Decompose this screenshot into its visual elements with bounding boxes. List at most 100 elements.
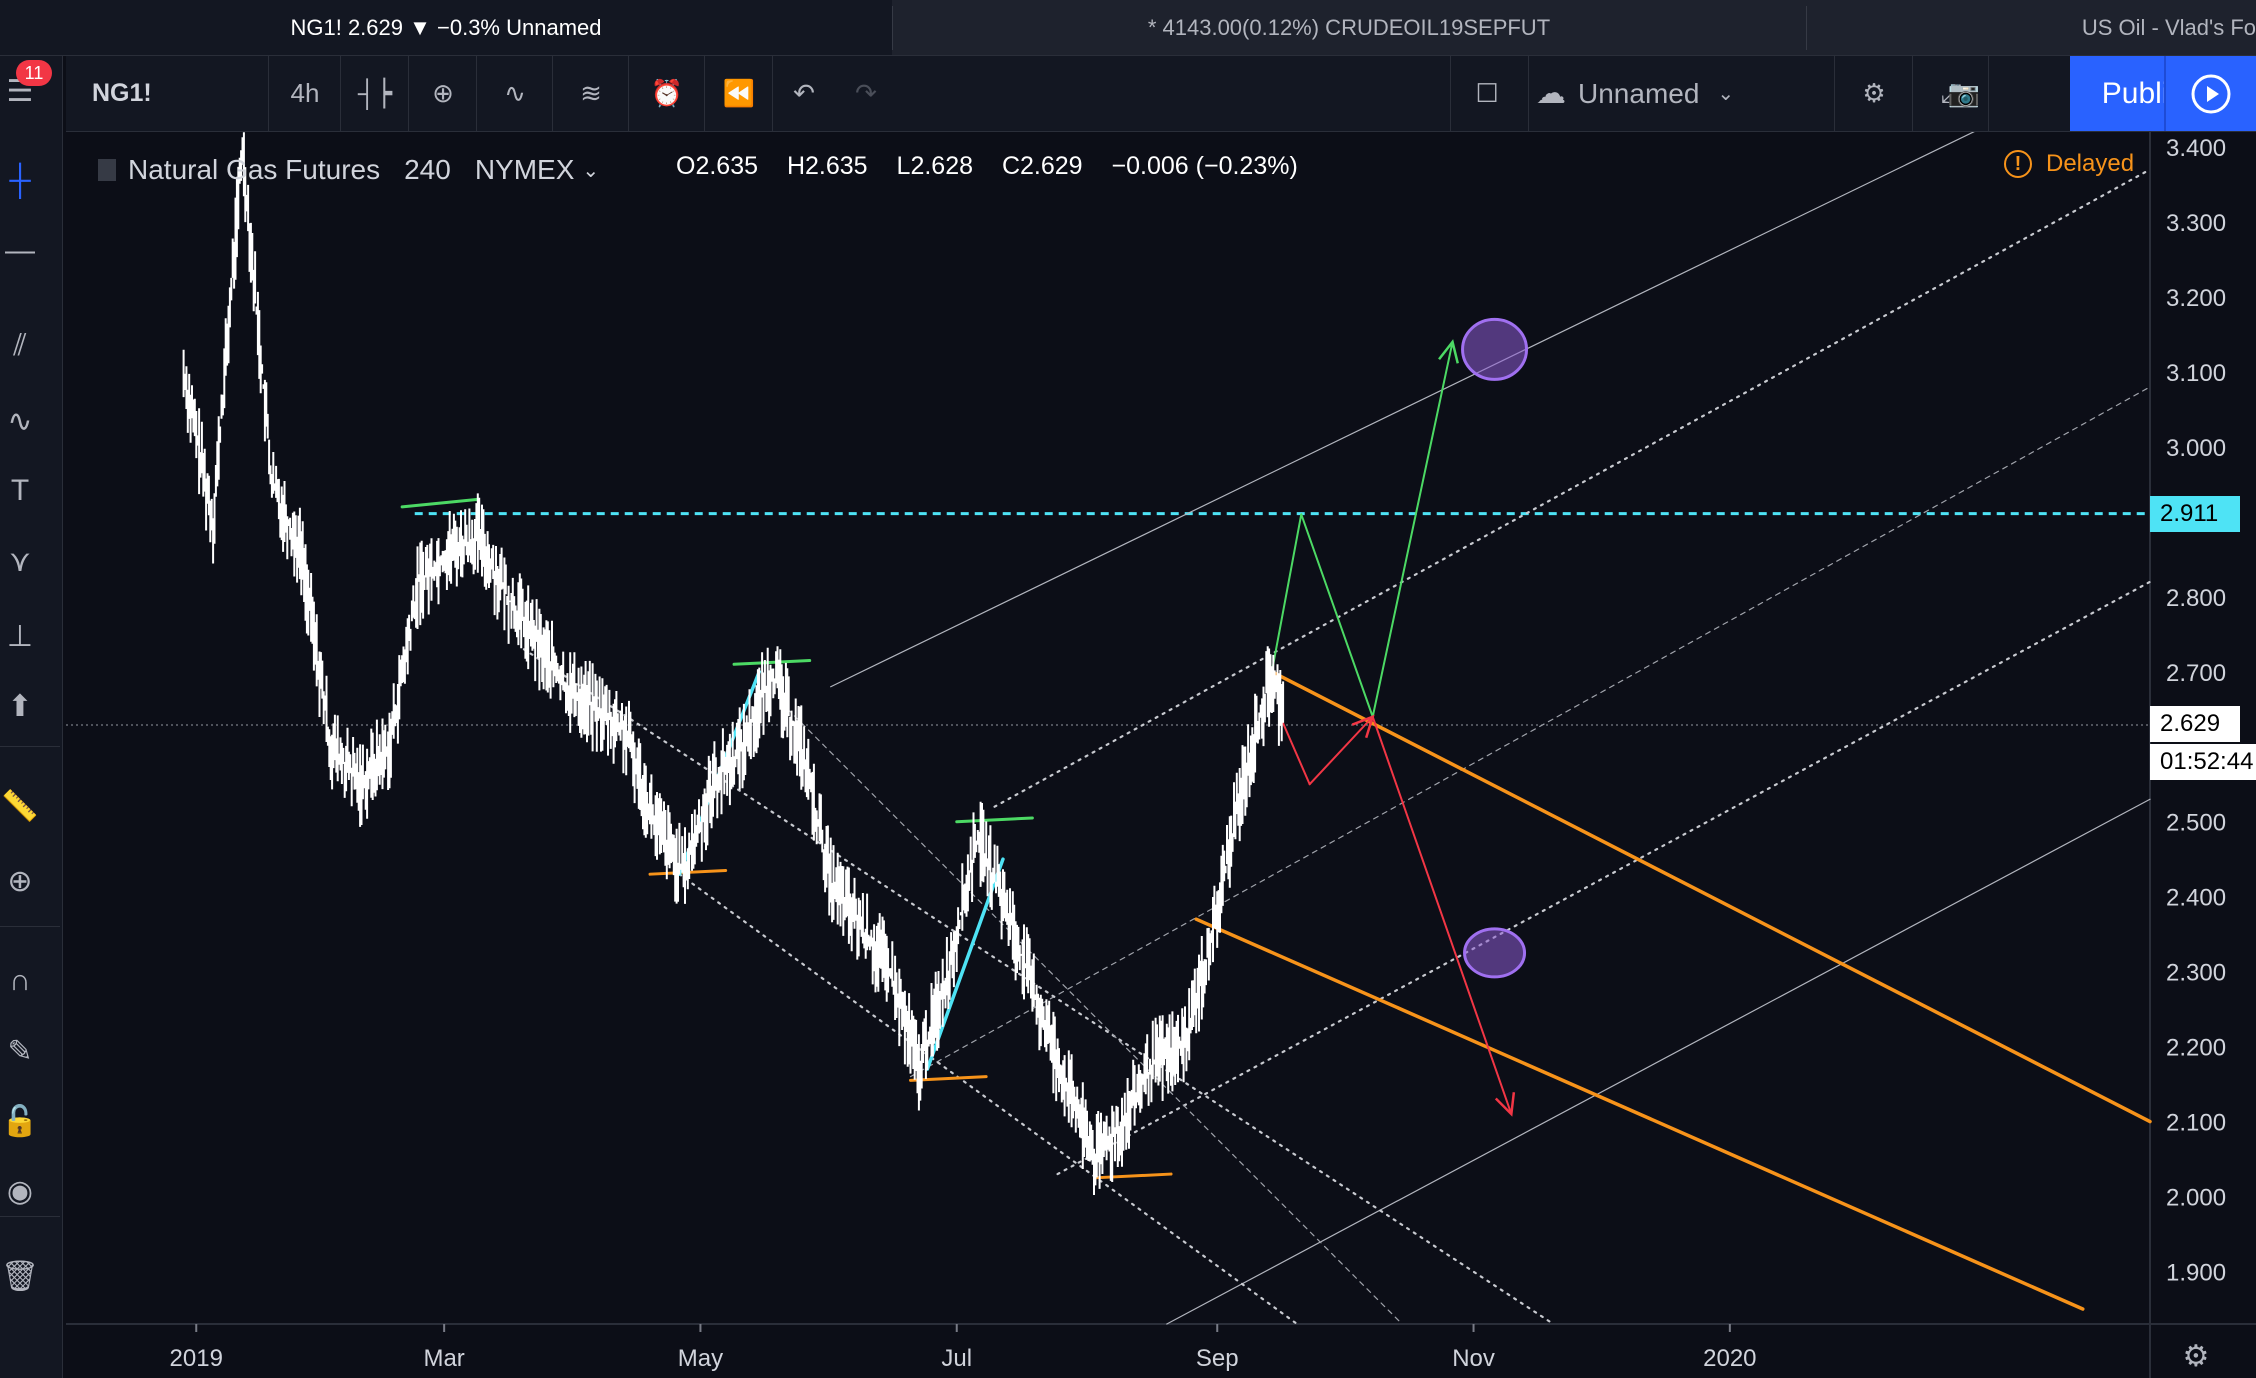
toolbar-divider <box>1450 56 1451 131</box>
close-value: C2.629 <box>1001 152 1083 180</box>
open-value: O2.635 <box>676 152 759 180</box>
snapshot-camera-icon[interactable]: 📷 <box>1926 56 2002 131</box>
chevron-down-icon: ⌄ <box>1717 83 1735 105</box>
delayed-badge[interactable]: ! Delayed <box>2004 150 2134 178</box>
eye-icon[interactable]: ◉ <box>0 1166 40 1216</box>
green-projection <box>1270 513 1303 673</box>
price-tick-label: 1.900 <box>2166 1260 2226 1287</box>
chart-settings-gear-icon[interactable]: ⚙ <box>2176 1336 2216 1376</box>
layout-menu[interactable]: ☁ Unnamed ⌄ <box>1536 56 1826 131</box>
symbol-search[interactable]: NG1! <box>92 56 152 131</box>
target-circle-upper <box>1461 317 1529 381</box>
text-icon[interactable]: T <box>0 466 40 516</box>
toolbar-divider <box>1834 56 1835 131</box>
pitchfork-icon[interactable]: ⫽ <box>0 321 40 371</box>
price-tick-label: 3.300 <box>2166 210 2226 237</box>
tab-label: US Oil - Vlad's Fo <box>2081 15 2256 40</box>
zoom-icon[interactable]: ⊕ <box>0 856 40 906</box>
settings-gear-icon[interactable]: ⚙ <box>1836 56 1912 131</box>
price-tick-label: 2.000 <box>2166 1185 2226 1212</box>
arrow-up-icon[interactable]: ⬆ <box>0 681 40 731</box>
level-price-tag: 2.911 <box>2150 496 2240 532</box>
low-value: L2.628 <box>896 152 974 180</box>
toolbar-divider <box>0 1216 60 1217</box>
layout-name: Unnamed <box>1578 77 1700 109</box>
magnet-icon[interactable]: ∩ <box>0 956 40 1006</box>
notification-badge: 11 <box>16 60 52 86</box>
brush-icon[interactable]: ∿ <box>0 396 40 446</box>
green-top-line <box>732 659 812 666</box>
pattern-icon[interactable]: ⋎ <box>0 536 40 586</box>
ascending-channel-median-upper <box>993 168 2152 808</box>
price-tick-label: 2.700 <box>2166 660 2226 687</box>
toolbar-divider <box>1528 56 1529 131</box>
ruler-icon[interactable]: 📏 <box>0 781 40 831</box>
price-tick-label: 2.300 <box>2166 960 2226 987</box>
crosshair-icon[interactable]: ┼ <box>0 156 40 206</box>
chevron-down-icon[interactable]: ⌄ <box>582 158 599 183</box>
time-tick-label: May <box>678 1345 723 1372</box>
toolbar-divider <box>2164 56 2166 131</box>
change-value: −0.006 (−0.23%) <box>1111 152 1298 180</box>
tab-label: NG1! 2.629 ▼ −0.3% Unnamed <box>290 15 602 40</box>
interval-button[interactable]: 4h <box>270 56 340 131</box>
trend-line-icon[interactable]: — <box>0 226 40 276</box>
lock-drawing-icon[interactable]: ✎ <box>0 1026 40 1076</box>
orange-channel-lower <box>1194 917 2085 1311</box>
ascending-channel-upper <box>830 132 1975 688</box>
toolbar-divider <box>1912 56 1913 131</box>
price-tick-label: 2.500 <box>2166 810 2226 837</box>
red-projection <box>1308 715 1374 786</box>
redo-icon[interactable]: ↷ <box>836 56 896 131</box>
interval-label: 4h <box>290 78 320 108</box>
orange-channel-upper <box>1270 670 2152 1124</box>
green-top-line <box>955 816 1034 824</box>
bar-style-icon[interactable]: ┤┝ <box>342 56 408 131</box>
alert-icon[interactable]: ⏰ <box>630 56 704 131</box>
toolbar-divider <box>552 56 553 131</box>
price-chart[interactable]: 3.400 3.300 3.200 3.100 3.000 2.800 2.700 2.500… <box>66 132 2256 1378</box>
cloud-icon: ☁ <box>1536 77 1566 110</box>
red-projection <box>1279 715 1311 786</box>
red-projection <box>1371 715 1513 1116</box>
legend-interval: 240 <box>404 154 451 185</box>
layout-icon[interactable]: ☐ <box>1452 56 1522 131</box>
descending-channel-upper <box>522 648 1555 1326</box>
legend-exchange[interactable]: NYMEX <box>475 154 575 186</box>
prediction-icon[interactable]: ⊥ <box>0 611 40 661</box>
toolbar-divider <box>408 56 409 131</box>
undo-icon[interactable]: ↶ <box>774 56 834 131</box>
time-tick-label: Jul <box>941 1345 972 1372</box>
ohlc-values: O2.635 H2.635 L2.628 C2.629 −0.006 (−0.2… <box>676 152 1320 181</box>
tab-crudeoil[interactable]: * 4143.00(0.12%) CRUDEOIL19SEPFUT <box>893 0 1805 55</box>
time-tick-label: Nov <box>1452 1345 1495 1372</box>
descending-channel-lower <box>678 873 1299 1326</box>
green-projection <box>1300 513 1374 718</box>
warning-icon: ! <box>2004 150 2032 178</box>
toolbar-divider <box>704 56 705 131</box>
toolbar-divider <box>476 56 477 131</box>
trash-icon[interactable]: 🗑 <box>0 1251 40 1301</box>
play-icon[interactable] <box>2166 56 2256 131</box>
price-tick-label: 2.400 <box>2166 885 2226 912</box>
replay-icon[interactable]: ⏪ <box>706 56 772 131</box>
toolbar-divider <box>0 746 60 747</box>
descending-channel-mid <box>779 701 1403 1325</box>
financials-icon[interactable]: ≋ <box>554 56 628 131</box>
tab-label: * 4143.00(0.12%) CRUDEOIL19SEPFUT <box>1147 15 1551 40</box>
ascending-channel-lower <box>1166 798 2151 1325</box>
time-tick-label: 2019 <box>170 1345 223 1372</box>
indicators-icon[interactable]: ∿ <box>478 56 552 131</box>
tab-us-oil[interactable]: US Oil - Vlad's Fo <box>1807 0 2256 55</box>
toolbar-divider <box>772 56 773 131</box>
toolbar-divider <box>268 56 269 131</box>
target-circle-lower <box>1463 927 1527 979</box>
tab-ng1[interactable]: NG1! 2.629 ▼ −0.3% Unnamed <box>0 0 892 55</box>
price-tick-label: 3.200 <box>2166 285 2226 312</box>
delayed-label: Delayed <box>2046 150 2135 177</box>
green-top-line <box>400 497 480 509</box>
lock-icon[interactable]: 🔓 <box>0 1096 40 1146</box>
orange-bottom-line <box>1093 1172 1173 1180</box>
compare-icon[interactable]: ⊕ <box>410 56 476 131</box>
time-tick-label: 2020 <box>1703 1345 1756 1372</box>
